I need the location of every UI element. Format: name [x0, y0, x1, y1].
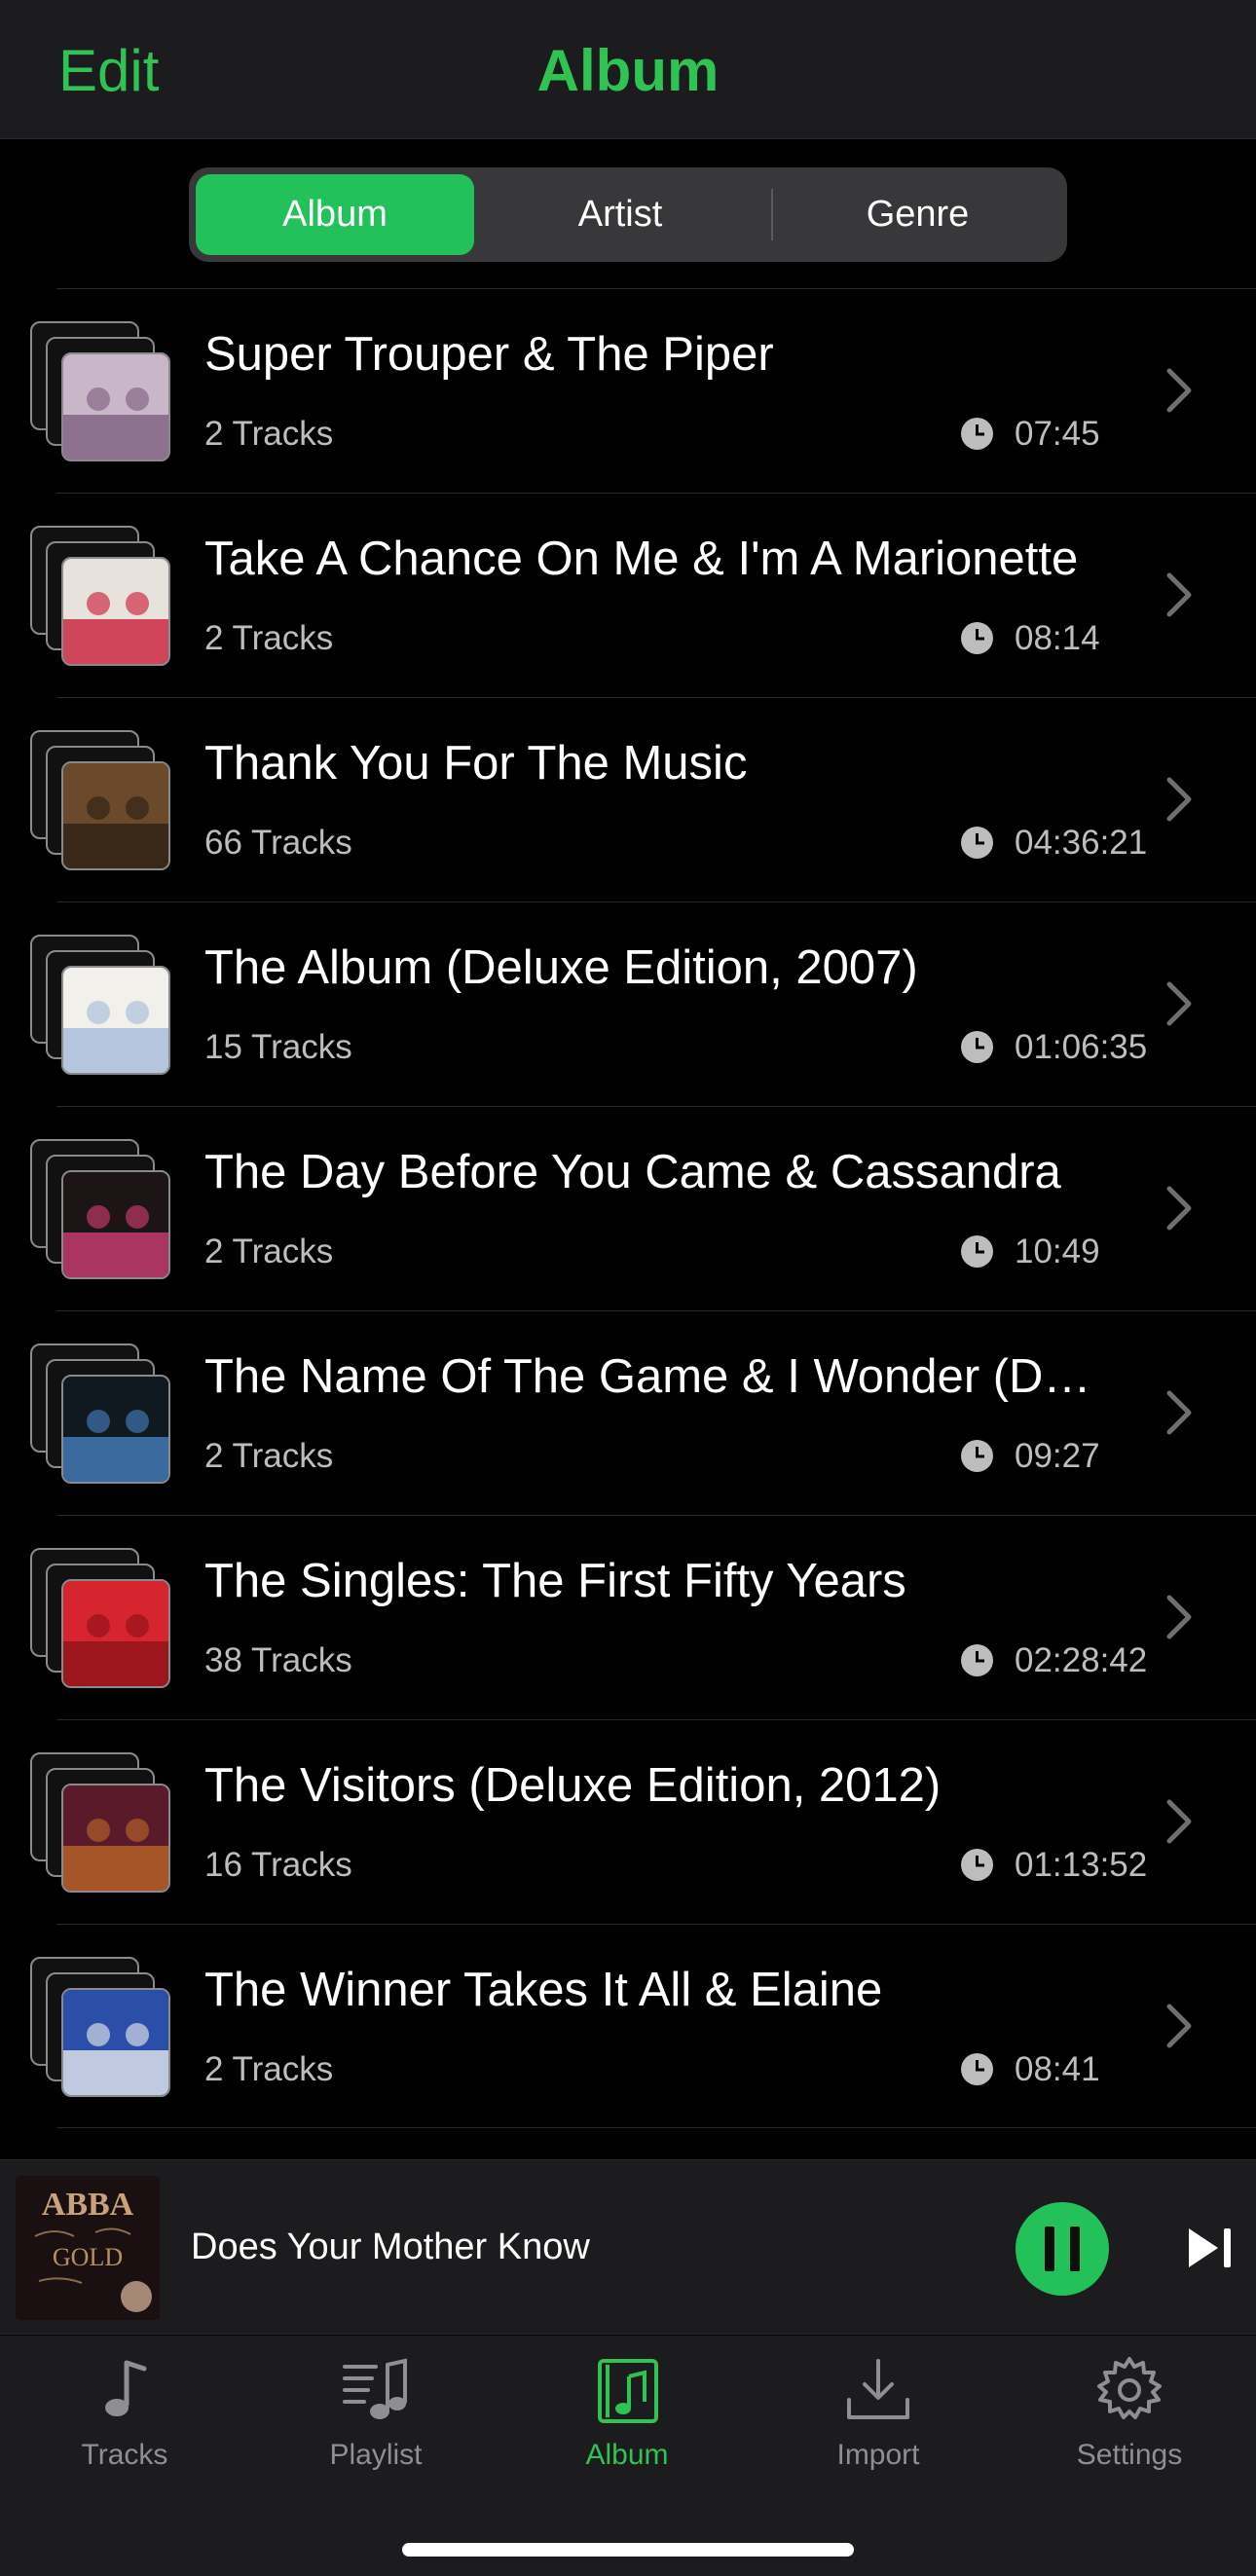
tab-tracks[interactable]: Tracks [27, 2355, 222, 2491]
album-duration: 08:41 [1015, 2050, 1100, 2088]
tab-album[interactable]: Album [530, 2355, 724, 2491]
page-title: Album [536, 38, 720, 103]
album-row[interactable]: The Visitors (Deluxe Edition, 2012) 16 T… [0, 1719, 1256, 1924]
album-duration: 04:36:21 [1015, 824, 1148, 862]
track-count: 2 Tracks [204, 2050, 334, 2088]
album-row[interactable]: Super Trouper & The Piper 2 Tracks 07:45 [0, 288, 1256, 493]
album-artwork-stack [30, 730, 176, 872]
gear-icon [1097, 2357, 1162, 2419]
chevron-right-icon [1166, 368, 1192, 413]
tab-import[interactable]: Import [781, 2355, 976, 2491]
chevron-right-icon [1166, 1390, 1192, 1435]
track-count: 2 Tracks [204, 619, 334, 657]
home-indicator [402, 2543, 854, 2557]
album-list: Super Trouper & The Piper 2 Tracks 07:45… [0, 288, 1256, 2128]
tab-playlist[interactable]: Playlist [278, 2355, 473, 2491]
tab-label: Import [836, 2439, 920, 2471]
skip-next-icon[interactable] [1185, 2225, 1236, 2271]
navigation-bar: Edit Album [0, 0, 1256, 139]
album-artwork-stack [30, 1139, 176, 1281]
album-artwork-stack [30, 1548, 176, 1690]
clock-icon [961, 1235, 993, 1268]
segment-artist[interactable]: Artist [481, 174, 759, 255]
tab-label: Settings [1076, 2439, 1183, 2471]
tab-label: Tracks [81, 2439, 168, 2471]
now-playing-artwork: ABBA GOLD [16, 2176, 160, 2320]
album-title: Thank You For The Music [204, 737, 748, 790]
album-artwork-stack [30, 526, 176, 668]
track-count: 66 Tracks [204, 824, 352, 862]
track-count: 16 Tracks [204, 1846, 352, 1884]
track-count: 2 Tracks [204, 1233, 334, 1270]
segment-album[interactable]: Album [196, 174, 474, 255]
album-row[interactable]: The Album (Deluxe Edition, 2007) 15 Trac… [0, 902, 1256, 1106]
album-artwork-stack [30, 1957, 176, 2099]
chevron-right-icon [1166, 2004, 1192, 2048]
chevron-right-icon [1166, 1186, 1192, 1231]
album-title: The Singles: The First Fifty Years [204, 1555, 906, 1607]
album-row[interactable]: The Winner Takes It All & Elaine 2 Track… [0, 1924, 1256, 2128]
album-row[interactable]: The Day Before You Came & Cassandra 2 Tr… [0, 1106, 1256, 1310]
chevron-right-icon [1166, 777, 1192, 822]
clock-icon [961, 2053, 993, 2085]
clock-icon [961, 1849, 993, 1881]
track-count: 2 Tracks [204, 415, 334, 453]
chevron-right-icon [1166, 1595, 1192, 1639]
now-playing-art-subtext: GOLD [53, 2243, 123, 2271]
album-title: Super Trouper & The Piper [204, 328, 774, 381]
album-duration: 07:45 [1015, 415, 1100, 453]
album-duration: 09:27 [1015, 1437, 1100, 1475]
album-row[interactable]: The Singles: The First Fifty Years 38 Tr… [0, 1515, 1256, 1719]
track-count: 2 Tracks [204, 1437, 334, 1475]
chevron-right-icon [1166, 1799, 1192, 1844]
segment-divider [771, 189, 773, 240]
import-icon [847, 2359, 909, 2419]
segment-genre[interactable]: Genre [775, 174, 1060, 255]
tab-label: Album [585, 2439, 669, 2471]
tab-bar: Tracks Playlist Album Import Settings [0, 2336, 1256, 2576]
album-title: The Album (Deluxe Edition, 2007) [204, 941, 918, 994]
track-count: 15 Tracks [204, 1028, 352, 1066]
group-by-segmented-control: Album Artist Genre [189, 167, 1067, 262]
album-row[interactable]: The Name Of The Game & I Wonder (Departu… [0, 1310, 1256, 1515]
album-row[interactable]: Take A Chance On Me & I'm A Marionette 2… [0, 493, 1256, 697]
album-duration: 01:13:52 [1015, 1846, 1148, 1884]
clock-icon [961, 1440, 993, 1472]
music-note-icon [105, 2360, 147, 2416]
playlist-icon [343, 2358, 407, 2419]
album-duration: 02:28:42 [1015, 1641, 1148, 1679]
tab-label: Playlist [329, 2439, 423, 2471]
album-duration: 01:06:35 [1015, 1028, 1148, 1066]
album-row[interactable]: Thank You For The Music 66 Tracks 04:36:… [0, 697, 1256, 902]
clock-icon [961, 1031, 993, 1063]
album-title: The Visitors (Deluxe Edition, 2012) [204, 1759, 942, 1812]
chevron-right-icon [1166, 981, 1192, 1026]
album-title: Take A Chance On Me & I'm A Marionette [204, 533, 1079, 585]
track-count: 38 Tracks [204, 1641, 352, 1679]
album-title: The Winner Takes It All & Elaine [204, 1964, 883, 2016]
tab-settings[interactable]: Settings [1032, 2355, 1227, 2491]
album-title: The Name Of The Game & I Wonder (Departu… [204, 1350, 1110, 1403]
clock-icon [961, 1644, 993, 1676]
now-playing-art-text: ABBA [42, 2187, 134, 2223]
album-title: The Day Before You Came & Cassandra [204, 1146, 1061, 1198]
clock-icon [961, 622, 993, 654]
album-artwork-stack [30, 321, 176, 463]
album-duration: 08:14 [1015, 619, 1100, 657]
pause-button[interactable] [1016, 2202, 1109, 2296]
clock-icon [961, 827, 993, 859]
album-icon [598, 2359, 658, 2423]
album-artwork-stack [30, 1752, 176, 1895]
clock-icon [961, 418, 993, 450]
now-playing-bar[interactable]: ABBA GOLD Does Your Mother Know [0, 2159, 1256, 2335]
chevron-right-icon [1166, 572, 1192, 617]
album-artwork-stack [30, 1343, 176, 1486]
now-playing-title: Does Your Mother Know [191, 2226, 590, 2267]
album-artwork-stack [30, 935, 176, 1077]
album-duration: 10:49 [1015, 1233, 1100, 1270]
